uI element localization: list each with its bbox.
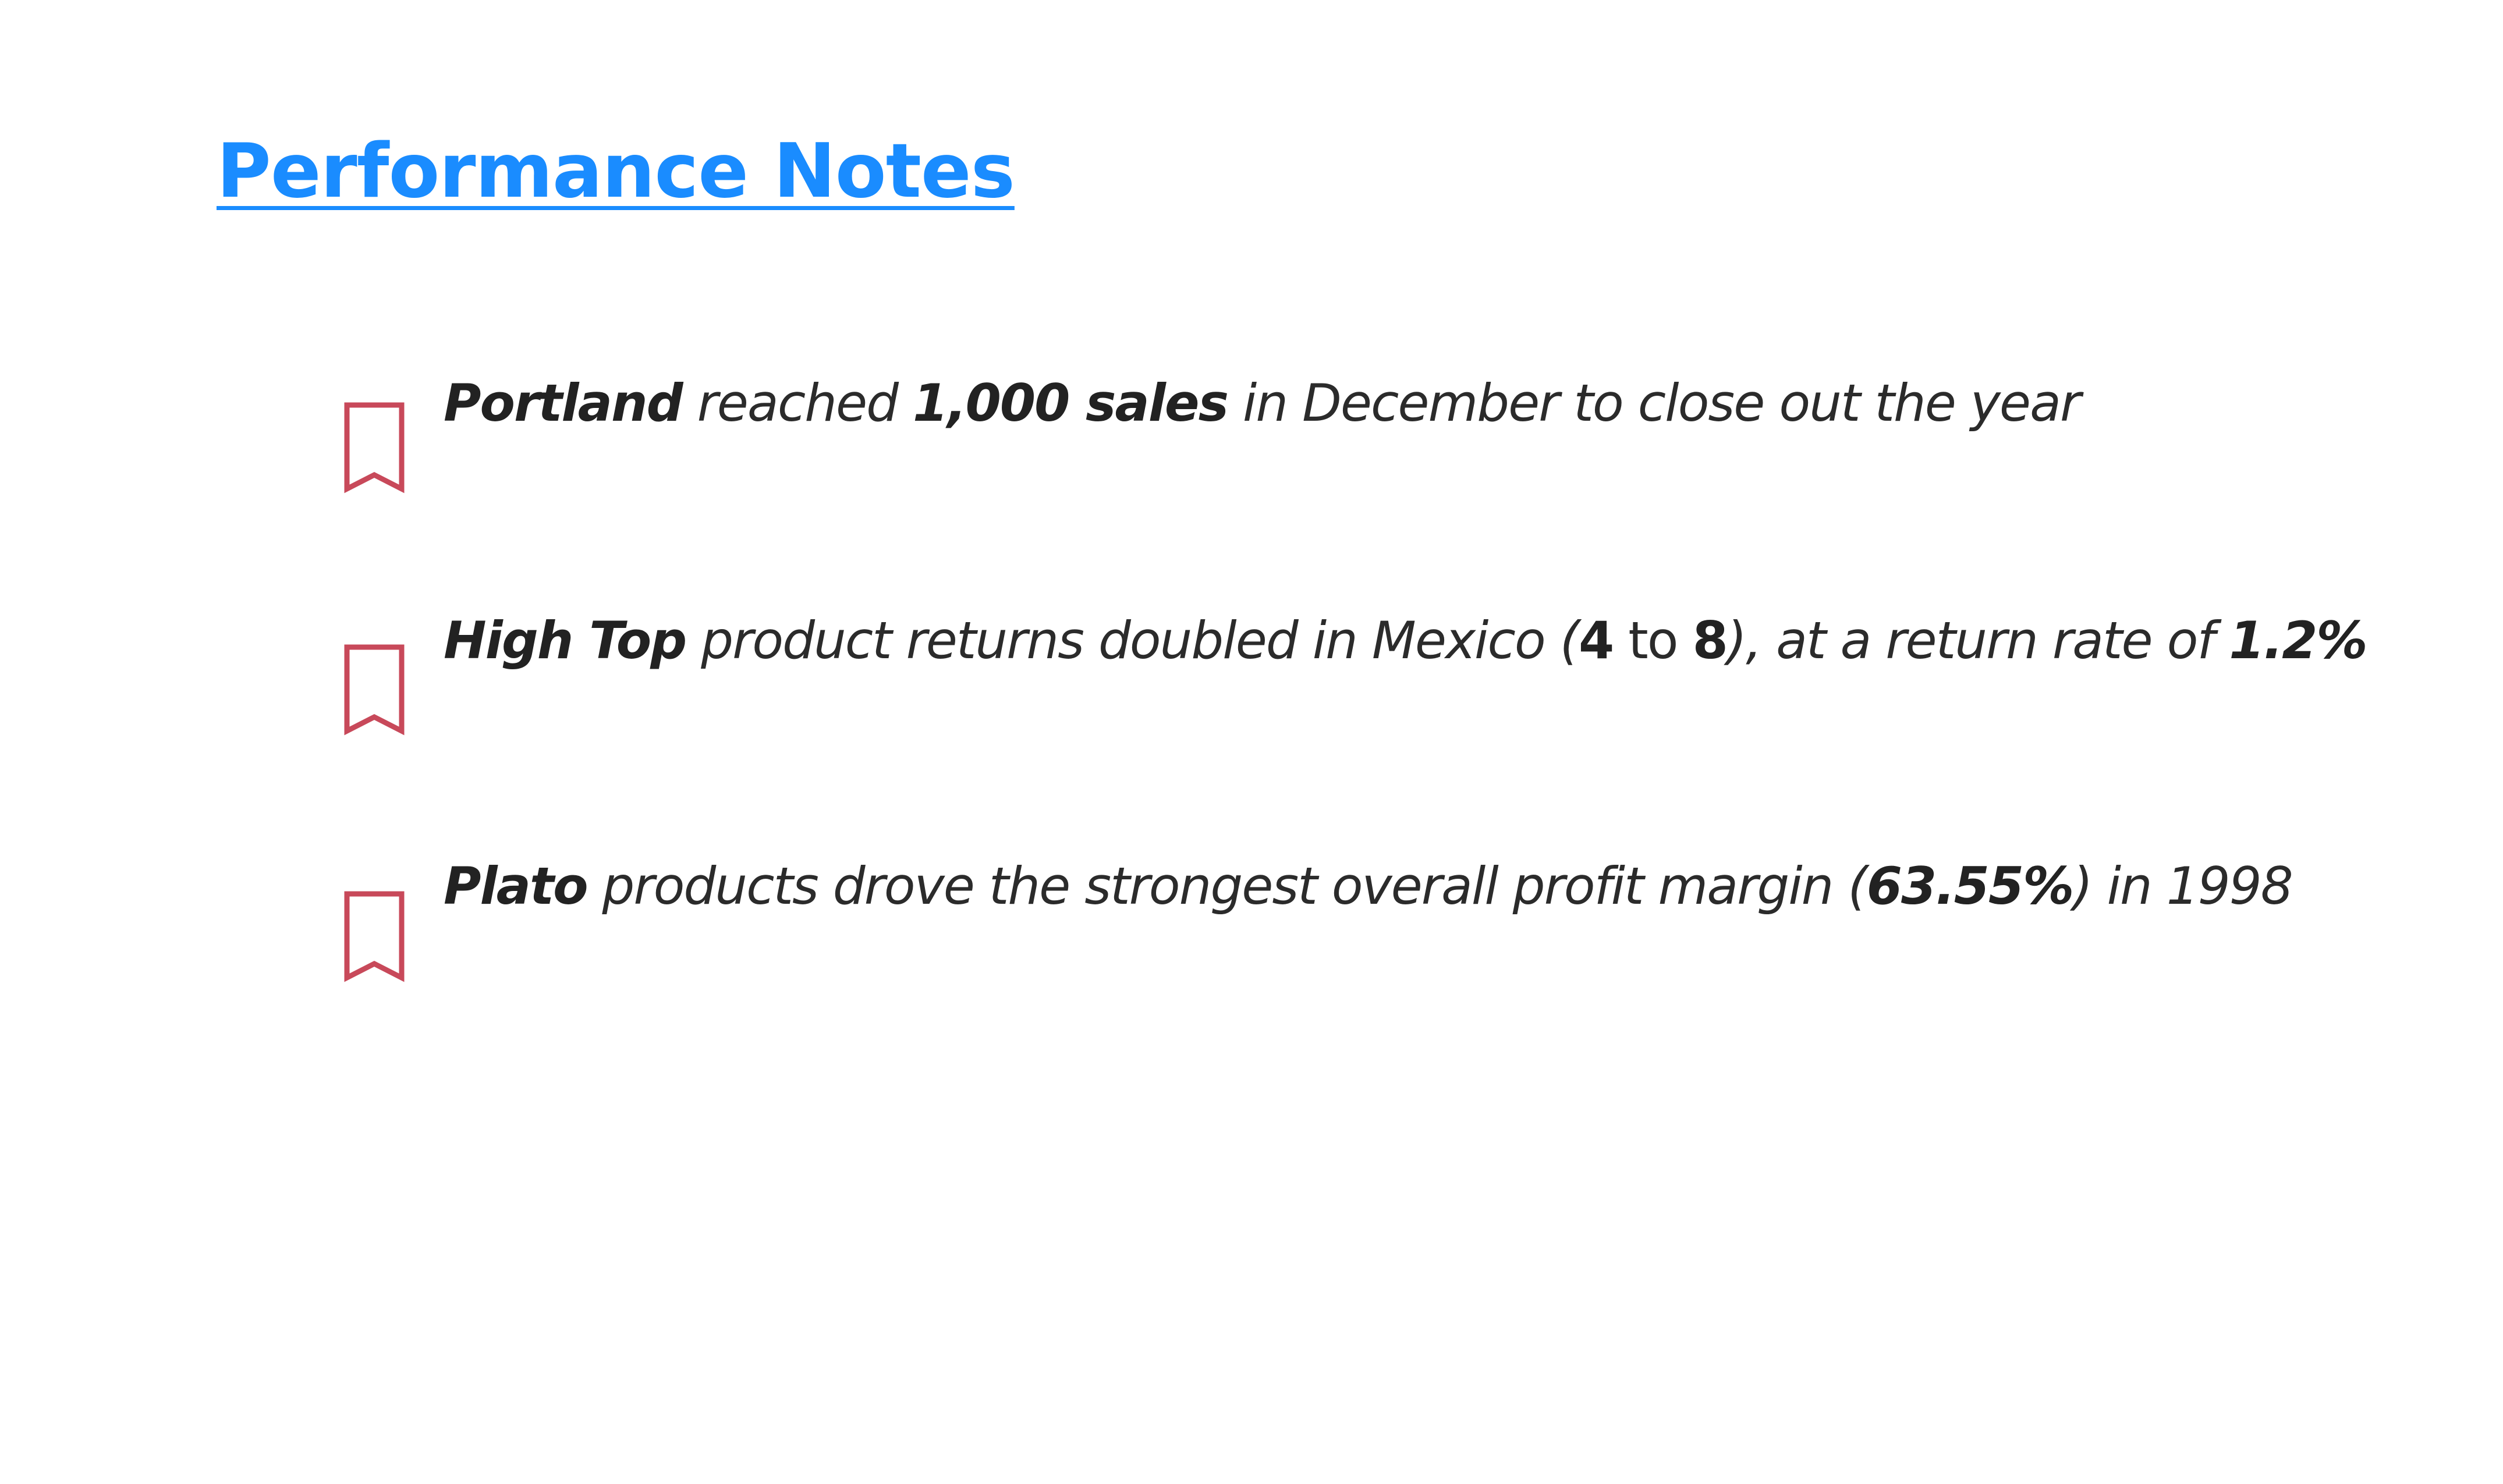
note-text-part: in December to close out the year [1227, 373, 2081, 433]
note-metric: 1,000 sales [912, 373, 1229, 433]
note-text-part: products drove the strongest overall pro… [587, 856, 1868, 916]
note-text-part: ), at a return rate of [1726, 610, 2229, 670]
note-subject: High Top [444, 610, 687, 670]
note-item: Plato products drove the strongest overa… [338, 855, 2433, 982]
note-to-value: 8 [1692, 610, 1728, 670]
note-text: High Top product returns doubled in Mexi… [444, 610, 2367, 672]
note-from-value: 4 [1579, 610, 1614, 670]
note-text-part: ) in 1998 [2073, 856, 2293, 916]
note-text-part: product returns doubled in Mexico ( [686, 610, 1580, 670]
bookmark-icon [342, 400, 406, 494]
note-subject: Portland [444, 373, 683, 433]
note-text-part: reached [682, 373, 913, 433]
note-text-part: to [1613, 610, 1693, 670]
note-subject: Plato [444, 856, 588, 916]
bookmark-icon [342, 889, 406, 982]
bookmark-icon [342, 642, 406, 736]
note-item: High Top product returns doubled in Mexi… [338, 610, 2433, 736]
note-text: Portland reached 1,000 sales in December… [444, 372, 2081, 434]
page-title[interactable]: Performance Notes [217, 127, 1015, 216]
note-text: Plato products drove the strongest overa… [444, 855, 2293, 917]
note-item: Portland reached 1,000 sales in December… [338, 372, 2433, 494]
note-rate: 1.2% [2229, 610, 2367, 670]
page: Performance Notes Portland reached 1,000… [0, 0, 2503, 1484]
note-margin: 63.55% [1866, 856, 2075, 916]
